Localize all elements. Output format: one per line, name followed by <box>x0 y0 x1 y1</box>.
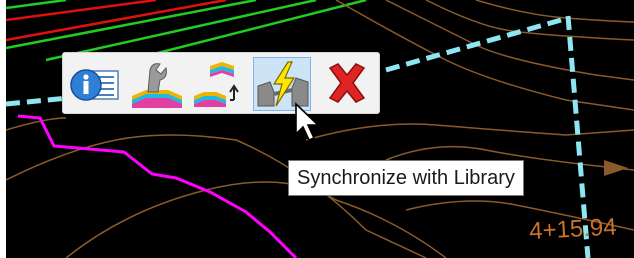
red-lines <box>6 0 227 42</box>
properties-button[interactable] <box>65 57 123 111</box>
change-template-button[interactable] <box>189 57 247 111</box>
context-toolbar <box>62 52 380 114</box>
red-x-icon <box>328 63 366 103</box>
info-panel-icon <box>70 69 119 101</box>
template-swap-icon <box>194 62 239 107</box>
edit-parameters-button[interactable] <box>127 57 185 111</box>
delete-button[interactable] <box>317 57 375 111</box>
magenta-alignment-line <box>17 114 298 258</box>
wrench-corridor-icon <box>132 63 182 108</box>
mouse-pointer-icon <box>294 102 324 149</box>
station-label: 4+15.94 <box>528 213 618 246</box>
station-arrow <box>604 160 628 176</box>
synchronize-tooltip: Synchronize with Library <box>288 160 524 196</box>
